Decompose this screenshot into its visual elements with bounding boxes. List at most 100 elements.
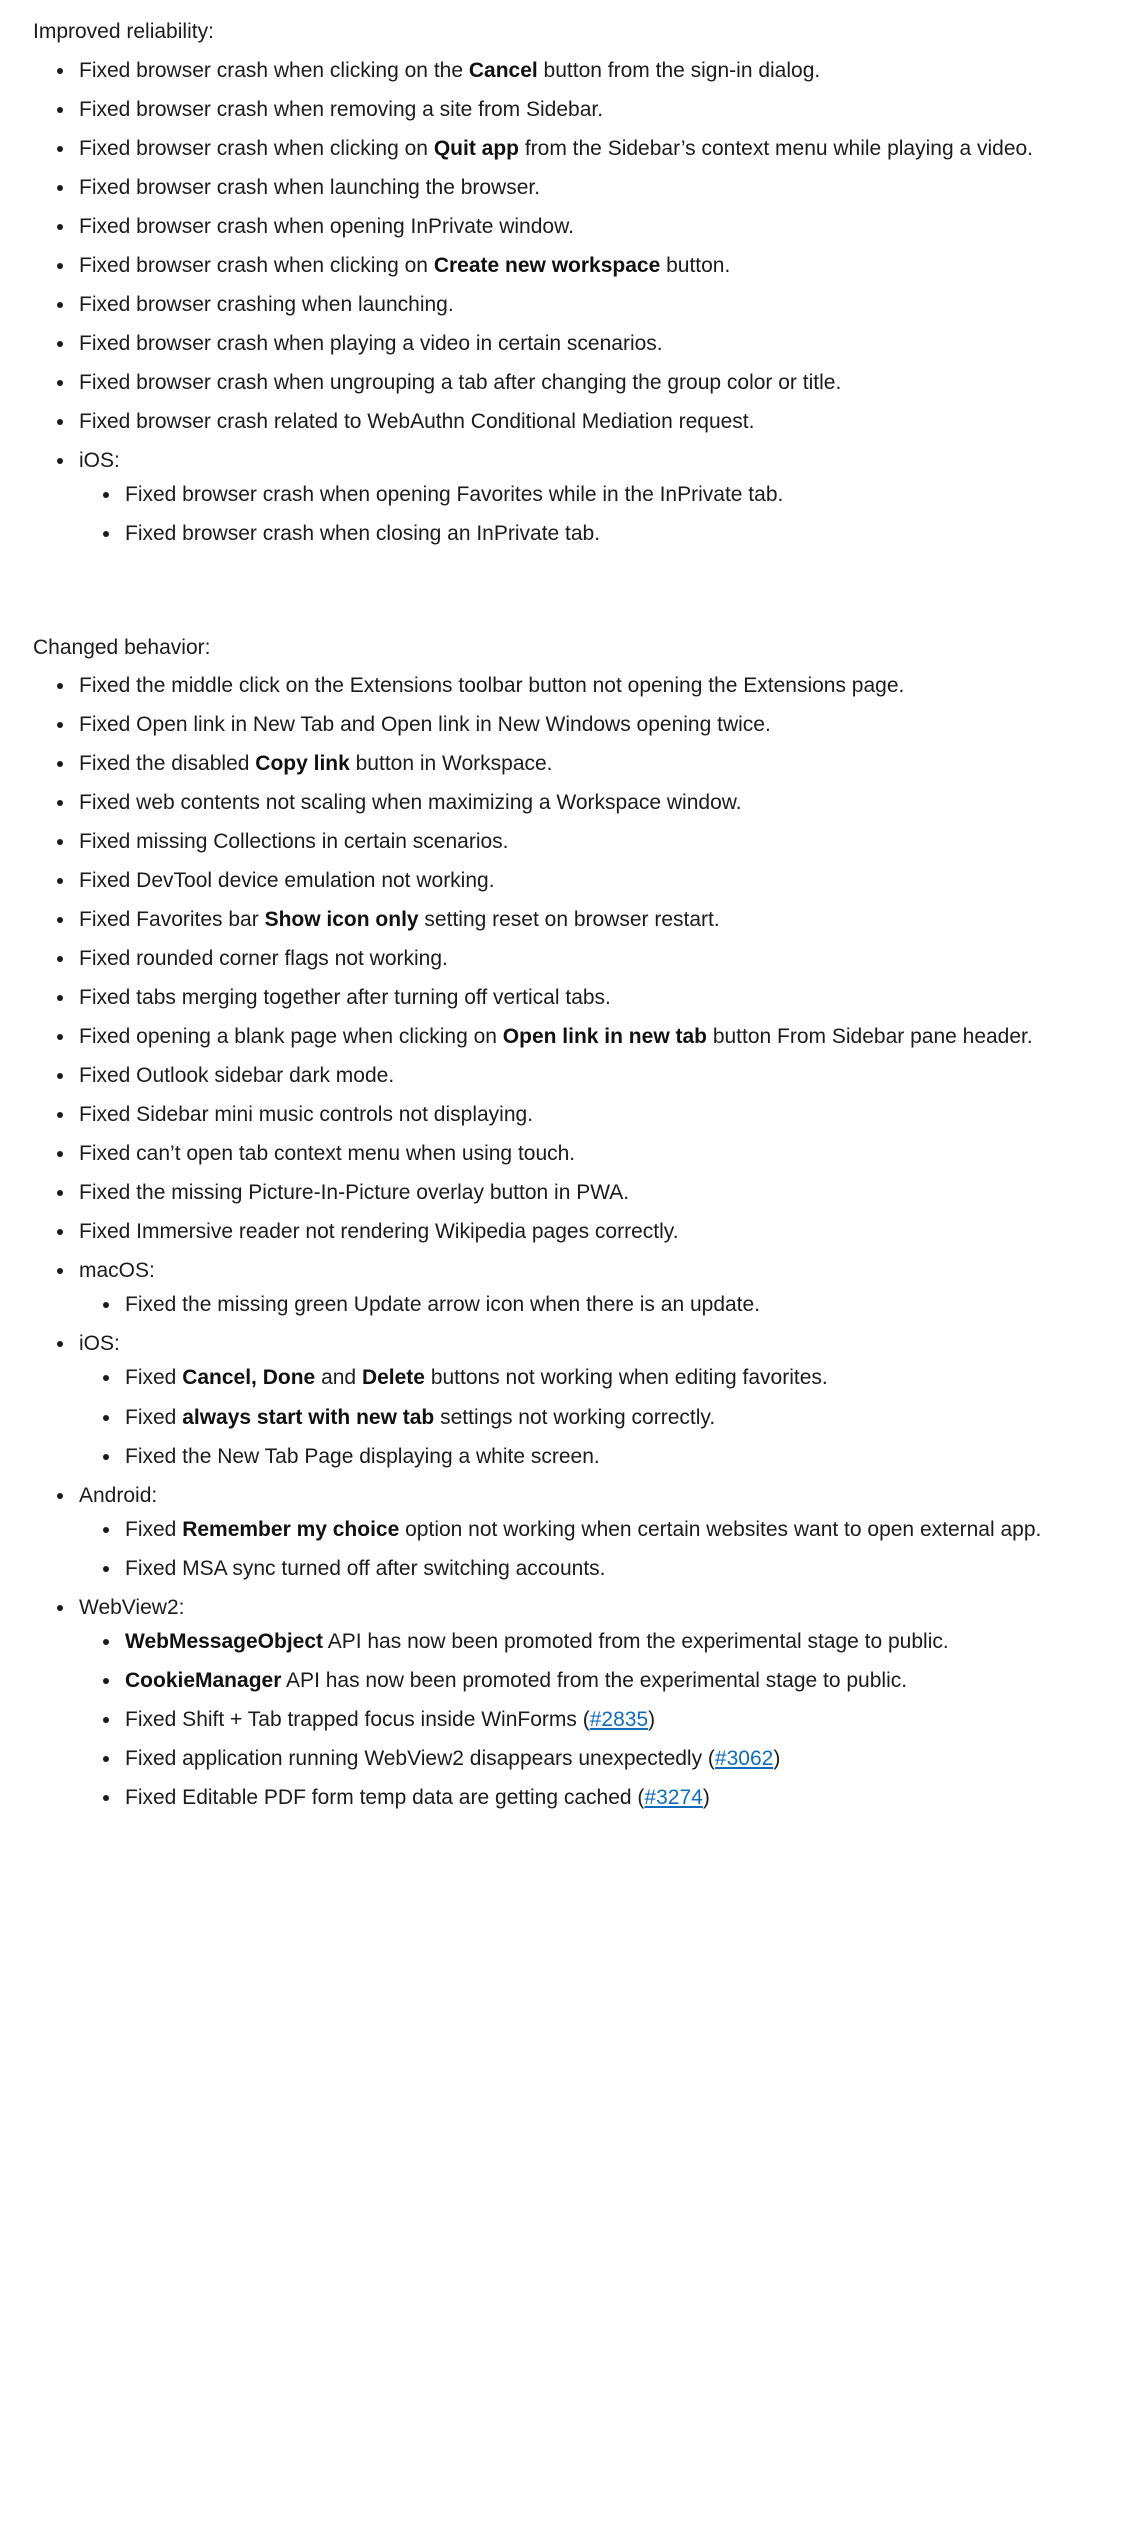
list-item-text: Fixed browser crash when opening Favorit… — [125, 478, 1104, 512]
section-heading-changed-behavior: Changed behavior: — [33, 635, 211, 659]
text-run: Fixed Outlook sidebar dark mode. — [79, 1064, 395, 1088]
text-run: Fixed browser crash when launching the b… — [79, 175, 541, 199]
sub-list-item: Fixed MSA sync turned off after switchin… — [103, 1552, 1104, 1586]
list-item-text: Fixed the New Tab Page displaying a whit… — [125, 1440, 1104, 1474]
text-run: macOS: — [79, 1259, 155, 1283]
list-item: Fixed missing Collections in certain sce… — [57, 825, 1104, 859]
improved-reliability-list: Fixed browser crash when clicking on the… — [33, 54, 1104, 551]
text-run: Fixed opening a blank page when clicking… — [79, 1025, 503, 1049]
list-item-text: Fixed the missing green Update arrow ico… — [125, 1288, 1104, 1322]
text-run: Fixed browser crash when clicking on — [79, 136, 434, 160]
list-item: WebView2: WebMessageObject API has now be… — [57, 1591, 1104, 1815]
emphasis-text: Show icon only — [264, 908, 419, 932]
changed-behavior-list: Fixed the middle click on the Extensions… — [33, 669, 1104, 1814]
list-item-text: WebMessageObject API has now been promot… — [125, 1625, 1104, 1659]
sub-list-item: Fixed the New Tab Page displaying a whit… — [103, 1440, 1104, 1474]
list-item: Fixed DevTool device emulation not worki… — [57, 864, 1104, 898]
text-run: Fixed Favorites bar — [79, 908, 265, 932]
emphasis-text: WebMessageObject — [125, 1629, 324, 1653]
emphasis-text: Cancel, Done — [182, 1366, 316, 1390]
list-item-text: Fixed Immersive reader not rendering Wik… — [79, 1215, 1104, 1249]
list-item: Fixed browser crash when clicking on Qui… — [57, 132, 1104, 166]
text-run: API has now been promoted from the exper… — [281, 1668, 908, 1692]
text-run: Fixed the disabled — [79, 752, 256, 776]
text-run: from the Sidebar’s context menu while pl… — [519, 136, 1034, 160]
list-item: Fixed the missing Picture-In-Picture ove… — [57, 1176, 1104, 1210]
list-item-text: Fixed MSA sync turned off after switchin… — [125, 1552, 1104, 1586]
list-item-text: Fixed Sidebar mini music controls not di… — [79, 1098, 1104, 1132]
list-item-text: Fixed Editable PDF form temp data are ge… — [125, 1781, 1104, 1815]
list-item: Fixed Immersive reader not rendering Wik… — [57, 1215, 1104, 1249]
sub-list-item: Fixed Cancel, Done and Delete buttons no… — [103, 1361, 1104, 1395]
list-item: Fixed browser crash when clicking on the… — [57, 54, 1104, 88]
text-run: Fixed browser crash when opening Favorit… — [125, 482, 784, 506]
list-item-text: Fixed Cancel, Done and Delete buttons no… — [125, 1361, 1104, 1395]
text-run: WebView2: — [79, 1595, 185, 1619]
text-run: button in Workspace. — [349, 752, 553, 776]
emphasis-text: Copy link — [255, 752, 350, 776]
list-item-text: Fixed the missing Picture-In-Picture ove… — [79, 1176, 1104, 1210]
nested-list: Fixed browser crash when opening Favorit… — [79, 478, 1104, 551]
text-run: Fixed browser crash when playing a video… — [79, 331, 663, 355]
list-item-text: WebView2: — [79, 1591, 1104, 1625]
nested-list: WebMessageObject API has now been promot… — [79, 1625, 1104, 1815]
emphasis-text: Quit app — [433, 136, 519, 160]
list-item: macOS: Fixed the missing green Update arr… — [57, 1254, 1104, 1322]
list-item-text: Fixed the disabled Copy link button in W… — [79, 747, 1104, 781]
text-run: Fixed — [125, 1366, 183, 1390]
list-item: Fixed browser crash when opening InPriva… — [57, 210, 1104, 244]
emphasis-text: Create new workspace — [433, 253, 661, 277]
text-run: Android: — [79, 1483, 158, 1507]
list-item: Fixed web contents not scaling when maxi… — [57, 786, 1104, 820]
list-item-text: Fixed browser crash when removing a site… — [79, 93, 1104, 127]
text-run: Fixed browser crash when removing a site… — [79, 97, 604, 121]
list-item-text: Android: — [79, 1479, 1104, 1513]
text-run: button From Sidebar pane header. — [706, 1025, 1033, 1049]
list-item-text: Fixed can’t open tab context menu when u… — [79, 1137, 1104, 1171]
list-item: Android: Fixed Remember my choice option … — [57, 1479, 1104, 1586]
text-run: Fixed Shift + Tab trapped focus inside W… — [125, 1707, 590, 1731]
sub-list-item: Fixed always start with new tab settings… — [103, 1401, 1104, 1435]
list-item: Fixed browser crash when ungrouping a ta… — [57, 366, 1104, 400]
text-run: Fixed Sidebar mini music controls not di… — [79, 1103, 534, 1127]
list-item-text: macOS: — [79, 1254, 1104, 1288]
issue-link[interactable]: #3062 — [715, 1747, 773, 1770]
text-run: Fixed browser crash when clicking on the — [79, 58, 469, 82]
text-run: Fixed Immersive reader not rendering Wik… — [79, 1220, 679, 1244]
list-item-text: Fixed browser crash when clicking on Qui… — [79, 132, 1104, 166]
list-item: Fixed Favorites bar Show icon only setti… — [57, 903, 1104, 937]
text-run: Fixed the New Tab Page displaying a whit… — [125, 1444, 600, 1468]
issue-link[interactable]: #3274 — [644, 1786, 702, 1809]
text-run: ) — [773, 1746, 781, 1770]
issue-link[interactable]: #2835 — [590, 1708, 648, 1731]
text-run: ) — [648, 1707, 656, 1731]
text-run: iOS: — [79, 448, 120, 472]
text-run: Fixed browser crash when closing an InPr… — [125, 521, 601, 545]
sub-list-item: Fixed Shift + Tab trapped focus inside W… — [103, 1703, 1104, 1737]
list-item-text: Fixed browser crash when launching the b… — [79, 171, 1104, 205]
emphasis-text: CookieManager — [125, 1668, 282, 1692]
list-item-text: Fixed browser crash when ungrouping a ta… — [79, 366, 1104, 400]
text-run: Fixed — [125, 1405, 183, 1429]
list-item-text: Fixed opening a blank page when clicking… — [79, 1020, 1104, 1054]
section-heading-improved-reliability: Improved reliability: — [33, 20, 214, 43]
sub-list-item: Fixed browser crash when opening Favorit… — [103, 478, 1104, 512]
text-run: option not working when certain websites… — [399, 1517, 1042, 1541]
list-item-text: Fixed web contents not scaling when maxi… — [79, 786, 1104, 820]
sub-list-item: WebMessageObject API has now been promot… — [103, 1625, 1104, 1659]
text-run: buttons not working when editing favorit… — [424, 1366, 828, 1390]
text-run: Fixed the middle click on the Extensions… — [79, 674, 905, 698]
sub-list-item: Fixed Editable PDF form temp data are ge… — [103, 1781, 1104, 1815]
text-run: Fixed rounded corner flags not working. — [79, 947, 448, 971]
text-run: Fixed the missing Picture-In-Picture ove… — [79, 1181, 630, 1205]
list-item: Fixed tabs merging together after turnin… — [57, 981, 1104, 1015]
list-item-text: Fixed Shift + Tab trapped focus inside W… — [125, 1703, 1104, 1737]
list-item-text: iOS: — [79, 1327, 1104, 1361]
list-item-text: Fixed DevTool device emulation not worki… — [79, 864, 1104, 898]
sub-list-item: Fixed the missing green Update arrow ico… — [103, 1288, 1104, 1322]
text-run: setting reset on browser restart. — [418, 908, 720, 932]
text-run: Fixed browser crash when clicking on — [79, 253, 434, 277]
sub-list-item: CookieManager API has now been promoted … — [103, 1664, 1104, 1698]
nested-list: Fixed the missing green Update arrow ico… — [79, 1288, 1104, 1322]
